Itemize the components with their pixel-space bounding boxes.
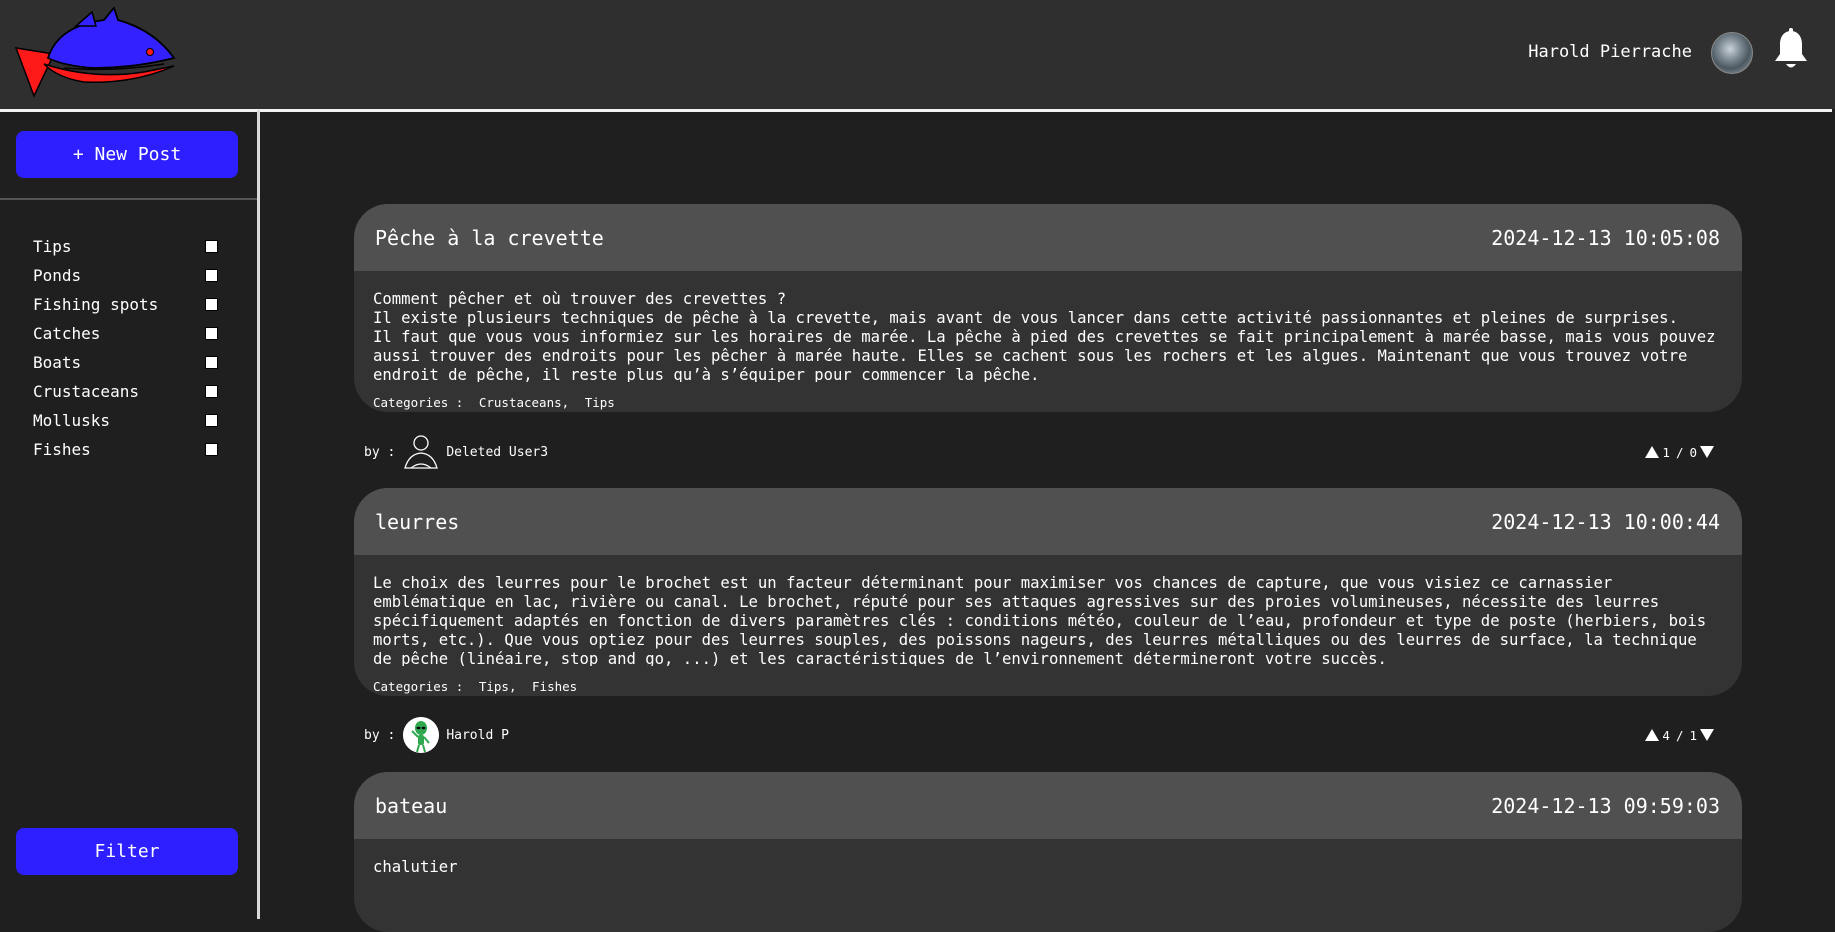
category-label: Ponds: [33, 266, 82, 285]
by-label: by :: [364, 444, 396, 460]
category-tag: Crustaceans,: [478, 395, 570, 410]
downvote-count: 0: [1689, 444, 1697, 460]
category-item-crustaceans[interactable]: Crustaceans: [33, 377, 218, 406]
post-title[interactable]: Pêche à la crevette: [375, 226, 604, 250]
post-header: leurres 2024-12-13 10:00:44: [354, 488, 1742, 555]
fish-logo-icon[interactable]: [14, 6, 179, 98]
top-header: Harold Pierrache: [0, 0, 1835, 109]
upvote-count: 1: [1662, 444, 1670, 460]
downvote-count: 1: [1689, 727, 1697, 743]
post-date: 2024-12-13 10:05:08: [1491, 225, 1720, 250]
category-checkbox[interactable]: [205, 269, 218, 282]
category-checkbox[interactable]: [205, 356, 218, 369]
category-label: Fishes: [33, 440, 91, 459]
post-categories: Categories : Crustaceans, Tips: [354, 382, 1742, 412]
new-post-button[interactable]: + New Post: [16, 131, 238, 178]
categories-label: Categories :: [373, 679, 464, 694]
category-item-boats[interactable]: Boats: [33, 348, 218, 377]
post-header: bateau 2024-12-13 09:59:03: [354, 772, 1742, 839]
category-tag: Fishes: [532, 679, 578, 694]
category-checkbox[interactable]: [205, 443, 218, 456]
post-card[interactable]: leurres 2024-12-13 10:00:44 Le choix des…: [354, 488, 1742, 696]
filter-button[interactable]: Filter: [16, 828, 238, 875]
sidebar-separator: [0, 198, 257, 200]
triangle-down-icon[interactable]: [1700, 446, 1714, 458]
category-label: Boats: [33, 353, 82, 372]
triangle-down-icon[interactable]: [1700, 729, 1714, 741]
post-body: Le choix des leurres pour le brochet est…: [373, 574, 1716, 666]
category-item-mollusks[interactable]: Mollusks: [33, 406, 218, 435]
post-header: Pêche à la crevette 2024-12-13 10:05:08: [354, 204, 1742, 271]
category-label: Catches: [33, 324, 101, 343]
author-name[interactable]: Harold P: [446, 728, 509, 743]
person-outline-icon[interactable]: [403, 434, 439, 470]
category-item-fishing-spots[interactable]: Fishing spots: [33, 290, 218, 319]
upvote-count: 4: [1662, 727, 1670, 743]
vote-controls: 1 / 0: [1645, 445, 1714, 460]
post-title[interactable]: leurres: [375, 510, 459, 534]
bell-icon[interactable]: [1772, 28, 1810, 72]
alien-avatar-icon[interactable]: [403, 717, 440, 753]
post-meta: by : Harold P 4 / 1: [364, 715, 1714, 755]
category-checkbox[interactable]: [205, 414, 218, 427]
category-item-tips[interactable]: Tips: [33, 232, 218, 261]
category-checkbox[interactable]: [205, 240, 218, 253]
vote-controls: 4 / 1: [1645, 728, 1714, 743]
triangle-up-icon[interactable]: [1645, 729, 1660, 741]
sidebar-divider: [257, 110, 260, 919]
post-card[interactable]: bateau 2024-12-13 09:59:03 chalutier: [354, 772, 1742, 932]
category-filter-list: Tips Ponds Fishing spots Catches Boats C…: [33, 232, 218, 464]
category-item-fishes[interactable]: Fishes: [33, 435, 218, 464]
post-meta: by : Deleted User3 1 / 0: [364, 432, 1714, 472]
header-divider: [0, 109, 1832, 112]
category-label: Crustaceans: [33, 382, 139, 401]
category-tag: Tips: [584, 395, 615, 410]
category-label: Mollusks: [33, 411, 111, 430]
post-body: Comment pêcher et où trouver des crevett…: [373, 290, 1716, 382]
category-item-catches[interactable]: Catches: [33, 319, 218, 348]
category-checkbox[interactable]: [205, 298, 218, 311]
post-categories: Categories : Tips, Fishes: [354, 666, 1742, 696]
post-date: 2024-12-13 09:59:03: [1491, 793, 1720, 818]
user-name[interactable]: Harold Pierrache: [1528, 42, 1692, 62]
post-title[interactable]: bateau: [375, 794, 447, 818]
category-checkbox[interactable]: [205, 385, 218, 398]
categories-label: Categories :: [373, 395, 464, 410]
category-checkbox[interactable]: [205, 327, 218, 340]
author-name[interactable]: Deleted User3: [446, 445, 548, 460]
user-avatar[interactable]: [1711, 32, 1753, 74]
by-label: by :: [364, 727, 396, 743]
category-label: Tips: [33, 237, 72, 256]
vote-separator: /: [1675, 444, 1684, 460]
triangle-up-icon[interactable]: [1645, 446, 1660, 458]
post-date: 2024-12-13 10:00:44: [1491, 509, 1720, 534]
category-tag: Tips,: [478, 679, 517, 694]
post-card[interactable]: Pêche à la crevette 2024-12-13 10:05:08 …: [354, 204, 1742, 412]
category-item-ponds[interactable]: Ponds: [33, 261, 218, 290]
vote-separator: /: [1675, 727, 1684, 743]
post-body: chalutier: [373, 858, 458, 876]
category-label: Fishing spots: [33, 295, 159, 314]
